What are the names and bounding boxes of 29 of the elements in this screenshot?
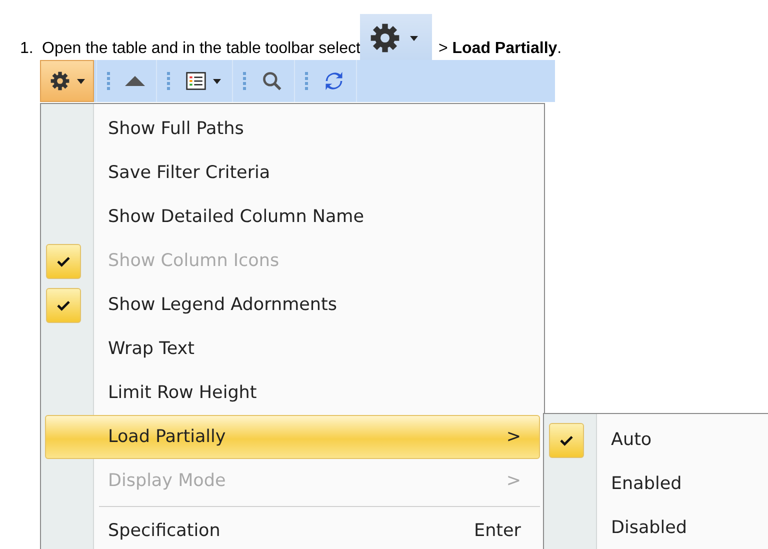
menu-item[interactable]: Disabled	[548, 506, 768, 549]
list-number: 1.	[20, 40, 34, 58]
grip-icon	[167, 71, 170, 91]
menu-item[interactable]: Save Filter Criteria	[45, 151, 540, 195]
toolbar-button[interactable]	[40, 60, 94, 102]
menu-item[interactable]: Specification Enter	[45, 509, 540, 549]
settings-icon	[49, 70, 71, 92]
menu-item[interactable]: Limit Row Height	[45, 371, 540, 415]
grip-icon	[107, 71, 110, 91]
refresh-icon	[323, 70, 345, 92]
menu-item[interactable]: Enabled	[548, 462, 768, 506]
menu-item[interactable]: Show Legend Adornments	[45, 283, 540, 327]
instruction-text: Open the table and in the table toolbar select	[42, 40, 360, 58]
caret-icon	[213, 78, 221, 84]
menu-item[interactable]: Show Detailed Column Name	[45, 195, 540, 239]
menu-item[interactable]: Show Full Paths	[45, 107, 540, 151]
submenu-arrow: >	[506, 471, 522, 491]
triangle-up-icon	[125, 76, 145, 86]
list-icon	[185, 70, 207, 92]
submenu-arrow: >	[506, 427, 522, 447]
menu-item[interactable]: Auto	[548, 418, 768, 462]
caret-icon	[77, 78, 85, 84]
grip-icon	[305, 71, 308, 91]
instruction-text: > Load Partially.	[438, 40, 562, 58]
grip-icon	[243, 71, 246, 91]
shortcut-text: Enter	[474, 521, 522, 541]
menu-item[interactable]: Load Partially >	[45, 415, 540, 459]
menu-item[interactable]: Wrap Text	[45, 327, 540, 371]
search-icon	[261, 70, 283, 92]
